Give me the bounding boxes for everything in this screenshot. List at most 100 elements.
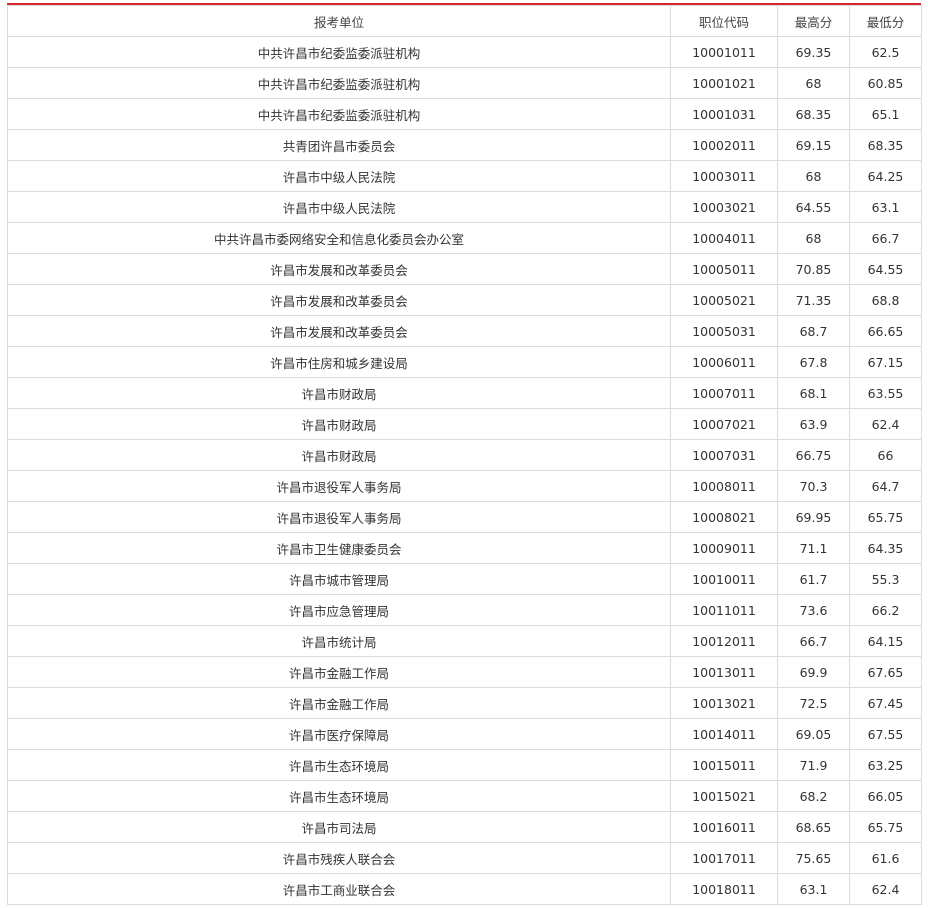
table-row: 许昌市中级人民法院 10003011 68 64.25 (7, 160, 922, 192)
cell-min: 66 (849, 439, 922, 471)
table-row: 许昌市生态环境局 10015011 71.9 63.25 (7, 749, 922, 781)
score-table: 报考单位 职位代码 最高分 最低分 中共许昌市纪委监委派驻机构 10001011 6… (7, 5, 922, 905)
cell-min: 66.65 (849, 315, 922, 347)
cell-max: 66.7 (777, 625, 850, 657)
cell-code: 10008021 (670, 501, 778, 533)
table-row: 许昌市残疾人联合会 10017011 75.65 61.6 (7, 842, 922, 874)
cell-max: 68 (777, 222, 850, 254)
cell-min: 65.75 (849, 811, 922, 843)
cell-code: 10013021 (670, 687, 778, 719)
cell-unit: 许昌市工商业联合会 (7, 873, 671, 905)
cell-min: 60.85 (849, 67, 922, 99)
cell-min: 55.3 (849, 563, 922, 595)
cell-unit: 许昌市城市管理局 (7, 563, 671, 595)
cell-max: 69.95 (777, 501, 850, 533)
cell-min: 61.6 (849, 842, 922, 874)
cell-max: 68.2 (777, 780, 850, 812)
cell-max: 64.55 (777, 191, 850, 223)
cell-unit: 许昌市应急管理局 (7, 594, 671, 626)
cell-max: 63.1 (777, 873, 850, 905)
cell-max: 67.8 (777, 346, 850, 378)
cell-code: 10015011 (670, 749, 778, 781)
cell-unit: 许昌市卫生健康委员会 (7, 532, 671, 564)
cell-max: 63.9 (777, 408, 850, 440)
cell-code: 10010011 (670, 563, 778, 595)
cell-unit: 中共许昌市纪委监委派驻机构 (7, 98, 671, 130)
table-row: 中共许昌市纪委监委派驻机构 10001011 69.35 62.5 (7, 36, 922, 68)
cell-unit: 许昌市生态环境局 (7, 749, 671, 781)
table-row: 许昌市中级人民法院 10003021 64.55 63.1 (7, 191, 922, 223)
cell-unit: 许昌市残疾人联合会 (7, 842, 671, 874)
cell-max: 68.35 (777, 98, 850, 130)
cell-min: 67.15 (849, 346, 922, 378)
cell-min: 63.25 (849, 749, 922, 781)
cell-max: 61.7 (777, 563, 850, 595)
cell-min: 66.05 (849, 780, 922, 812)
table-row: 许昌市司法局 10016011 68.65 65.75 (7, 811, 922, 843)
cell-code: 10005021 (670, 284, 778, 316)
table-row: 许昌市退役军人事务局 10008021 69.95 65.75 (7, 501, 922, 533)
table-row: 许昌市发展和改革委员会 10005011 70.85 64.55 (7, 253, 922, 285)
cell-unit: 许昌市发展和改革委员会 (7, 253, 671, 285)
cell-min: 68.35 (849, 129, 922, 161)
table-row: 许昌市发展和改革委员会 10005031 68.7 66.65 (7, 315, 922, 347)
table-row: 许昌市金融工作局 10013021 72.5 67.45 (7, 687, 922, 719)
cell-max: 68.65 (777, 811, 850, 843)
cell-max: 70.85 (777, 253, 850, 285)
table-row: 许昌市医疗保障局 10014011 69.05 67.55 (7, 718, 922, 750)
table-row: 许昌市工商业联合会 10018011 63.1 62.4 (7, 873, 922, 905)
cell-min: 67.65 (849, 656, 922, 688)
cell-unit: 中共许昌市委网络安全和信息化委员会办公室 (7, 222, 671, 254)
cell-unit: 共青团许昌市委员会 (7, 129, 671, 161)
table-row: 许昌市财政局 10007011 68.1 63.55 (7, 377, 922, 409)
table-row: 共青团许昌市委员会 10002011 69.15 68.35 (7, 129, 922, 161)
cell-min: 66.7 (849, 222, 922, 254)
cell-max: 69.15 (777, 129, 850, 161)
cell-min: 64.15 (849, 625, 922, 657)
table-row: 许昌市城市管理局 10010011 61.7 55.3 (7, 563, 922, 595)
table-row: 许昌市统计局 10012011 66.7 64.15 (7, 625, 922, 657)
cell-max: 70.3 (777, 470, 850, 502)
cell-min: 68.8 (849, 284, 922, 316)
cell-unit: 许昌市中级人民法院 (7, 160, 671, 192)
cell-code: 10008011 (670, 470, 778, 502)
cell-min: 63.1 (849, 191, 922, 223)
cell-unit: 许昌市医疗保障局 (7, 718, 671, 750)
cell-code: 10012011 (670, 625, 778, 657)
cell-max: 72.5 (777, 687, 850, 719)
cell-unit: 许昌市退役军人事务局 (7, 501, 671, 533)
cell-max: 69.05 (777, 718, 850, 750)
header-row: 报考单位 职位代码 最高分 最低分 (7, 5, 922, 37)
cell-code: 10016011 (670, 811, 778, 843)
cell-max: 71.9 (777, 749, 850, 781)
cell-code: 10014011 (670, 718, 778, 750)
cell-max: 71.35 (777, 284, 850, 316)
cell-code: 10013011 (670, 656, 778, 688)
cell-code: 10011011 (670, 594, 778, 626)
cell-unit: 许昌市发展和改革委员会 (7, 315, 671, 347)
cell-unit: 许昌市统计局 (7, 625, 671, 657)
cell-unit: 中共许昌市纪委监委派驻机构 (7, 67, 671, 99)
cell-max: 71.1 (777, 532, 850, 564)
cell-unit: 许昌市住房和城乡建设局 (7, 346, 671, 378)
cell-min: 64.35 (849, 532, 922, 564)
cell-code: 10005031 (670, 315, 778, 347)
cell-code: 10007021 (670, 408, 778, 440)
header-code: 职位代码 (670, 5, 778, 37)
cell-min: 65.1 (849, 98, 922, 130)
table-row: 许昌市财政局 10007031 66.75 66 (7, 439, 922, 471)
cell-unit: 许昌市发展和改革委员会 (7, 284, 671, 316)
cell-max: 68.7 (777, 315, 850, 347)
cell-unit: 许昌市金融工作局 (7, 656, 671, 688)
cell-code: 10005011 (670, 253, 778, 285)
cell-code: 10007011 (670, 377, 778, 409)
table-row: 许昌市生态环境局 10015021 68.2 66.05 (7, 780, 922, 812)
cell-unit: 许昌市司法局 (7, 811, 671, 843)
cell-code: 10003011 (670, 160, 778, 192)
table-row: 中共许昌市委网络安全和信息化委员会办公室 10004011 68 66.7 (7, 222, 922, 254)
cell-code: 10004011 (670, 222, 778, 254)
header-max: 最高分 (777, 5, 850, 37)
cell-min: 66.2 (849, 594, 922, 626)
cell-unit: 许昌市金融工作局 (7, 687, 671, 719)
cell-min: 67.55 (849, 718, 922, 750)
